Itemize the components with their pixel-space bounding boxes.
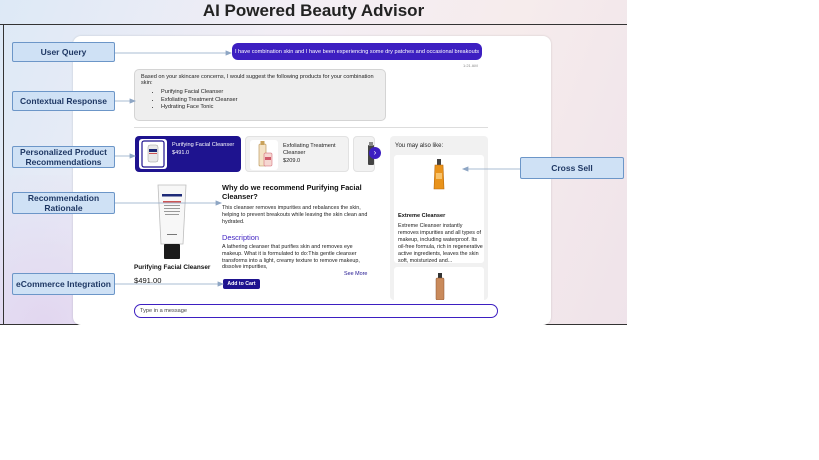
callout-cross-sell: Cross Sell [520,157,624,179]
callout-ecommerce-integration: eCommerce Integration [12,273,115,295]
callout-user-query: User Query [12,42,115,62]
screenshot-stage: AI Powered Beauty Advisor I have combina… [0,0,627,325]
callout-contextual-response: Contextual Response [12,91,115,111]
callout-recommendation-rationale: Recommendation Rationale [12,192,115,214]
callout-personalized-recommendations: Personalized Product Recommendations [12,146,115,168]
